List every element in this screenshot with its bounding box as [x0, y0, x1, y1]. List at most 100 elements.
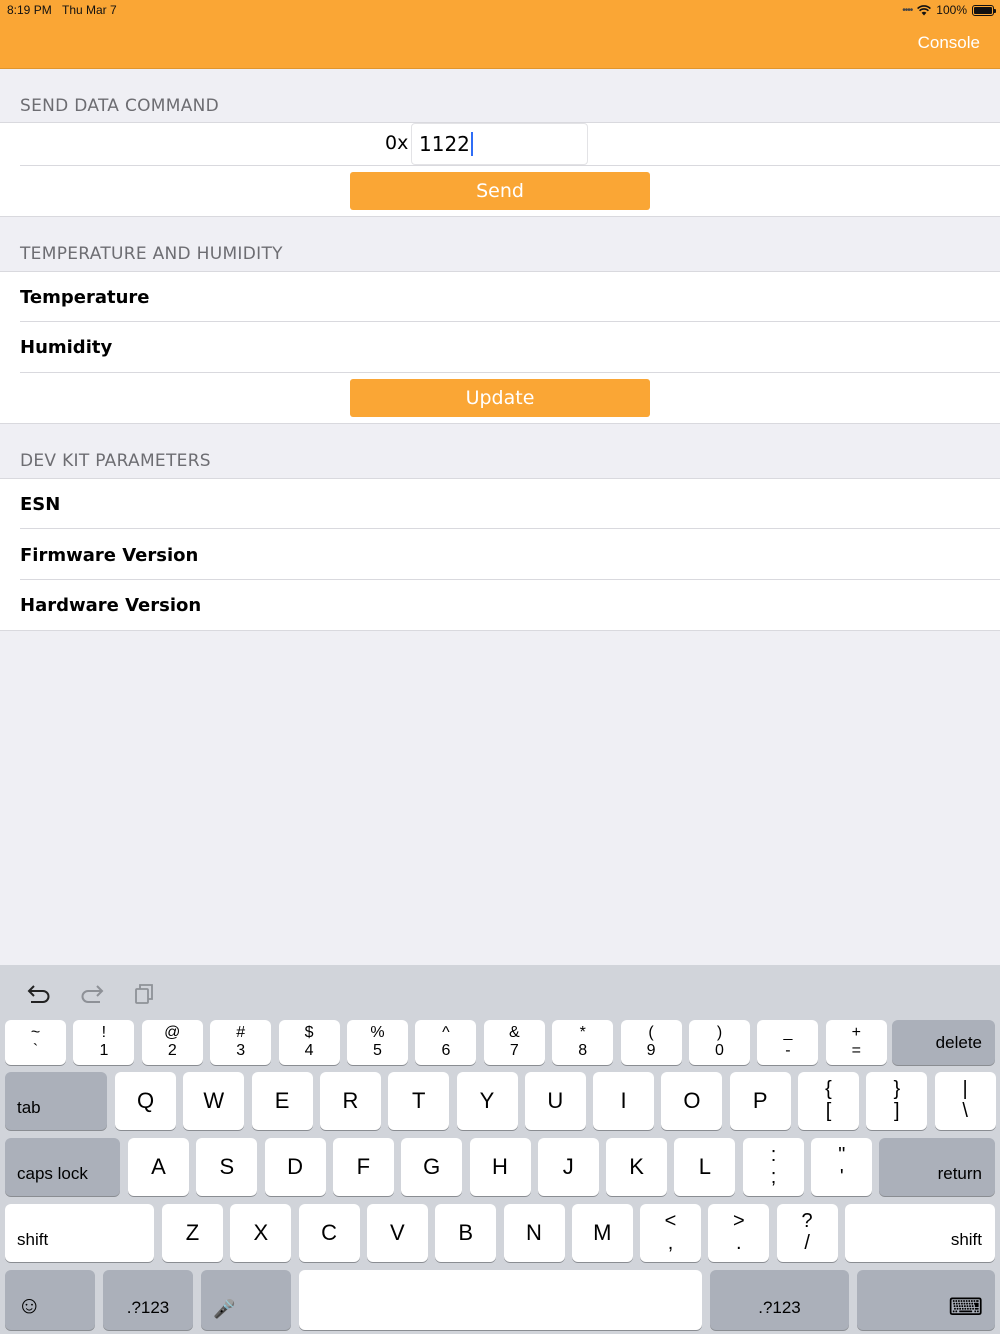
key-label: = [851, 1042, 861, 1059]
key-l[interactable]: L [674, 1138, 736, 1196]
key-3[interactable]: #3 [210, 1020, 272, 1065]
key-shift-label: + [851, 1024, 861, 1041]
numbers-key-right[interactable]: .?123 [710, 1270, 849, 1330]
key-`[interactable]: ~ ` [5, 1020, 66, 1065]
key-d[interactable]: D [264, 1138, 326, 1196]
key-label: 9 [646, 1042, 656, 1059]
key-label: return [937, 1164, 982, 1183]
key-m[interactable]: M [571, 1204, 633, 1262]
key-z[interactable]: Z [162, 1204, 223, 1262]
key-u[interactable]: U [524, 1072, 586, 1130]
key-i[interactable]: I [593, 1072, 655, 1130]
key-s[interactable]: S [196, 1138, 258, 1196]
return-key[interactable]: return [879, 1138, 995, 1196]
key-slash[interactable]: ? / [776, 1204, 838, 1262]
key-y[interactable]: Y [456, 1072, 518, 1130]
right-shift-key[interactable]: shift [845, 1204, 995, 1262]
key-label: delete [935, 1033, 982, 1052]
key-comma[interactable]: <, [640, 1204, 701, 1262]
key-a[interactable]: A [128, 1138, 189, 1196]
dismiss-keyboard-key[interactable]: ⌨ [857, 1270, 995, 1330]
key-8[interactable]: * 8 [552, 1020, 614, 1065]
devkit-group: ESN Firmware Version Hardware Version [0, 478, 1000, 631]
key-label: . [736, 1232, 742, 1254]
section-header-devkit: DEV KIT PARAMETERS [20, 451, 211, 471]
key-label: S [219, 1154, 235, 1179]
key-b[interactable]: B [435, 1204, 497, 1262]
key-0[interactable]: ) 0 [689, 1020, 750, 1065]
emoji-key[interactable]: ☺ [5, 1270, 95, 1330]
row-divider [20, 528, 1000, 529]
tab-key[interactable]: tab [5, 1072, 107, 1130]
key-5[interactable]: % 5 [347, 1020, 408, 1065]
paste-icon[interactable] [132, 983, 158, 1005]
delete-key[interactable]: delete [892, 1020, 995, 1065]
esn-label: ESN [20, 494, 61, 515]
battery-percent: 100% [936, 3, 967, 17]
key-t[interactable]: T [388, 1072, 450, 1130]
key-period[interactable]: >. [708, 1204, 770, 1262]
key-shift-label: @ [164, 1024, 181, 1041]
numbers-key-left[interactable]: .?123 [103, 1270, 193, 1330]
key-9[interactable]: (9 [620, 1020, 682, 1065]
key-label: [ [825, 1100, 832, 1122]
key-label: Z [185, 1220, 200, 1245]
key-p[interactable]: P [729, 1072, 791, 1130]
caps-lock-key[interactable]: caps lock [5, 1138, 120, 1196]
key-x[interactable]: X [230, 1204, 292, 1262]
key-n[interactable]: N [503, 1204, 565, 1262]
update-button[interactable]: Update [350, 379, 650, 417]
status-time: 8:19 PM [7, 3, 52, 17]
key-7[interactable]: & 7 [483, 1020, 545, 1065]
key-q[interactable]: Q [115, 1072, 176, 1130]
key-w[interactable]: W [183, 1072, 245, 1130]
key-label: ; [770, 1166, 777, 1188]
console-button[interactable]: Console [918, 33, 980, 53]
hex-command-input[interactable]: 1122 [411, 123, 588, 165]
key-c[interactable]: C [298, 1204, 360, 1262]
humidity-label: Humidity [20, 337, 113, 358]
key-o[interactable]: O [661, 1072, 723, 1130]
key-2[interactable]: @2 [141, 1020, 203, 1065]
key-semicolon[interactable]: :; [743, 1138, 804, 1196]
key-k[interactable]: K [606, 1138, 668, 1196]
key-label: caps lock [17, 1164, 88, 1183]
key-=[interactable]: + = [825, 1020, 887, 1065]
key-shift-label: < [664, 1210, 677, 1232]
key--[interactable]: _ - [757, 1020, 819, 1065]
redo-icon[interactable] [79, 983, 105, 1005]
key-label: F [356, 1154, 371, 1179]
key-label: / [804, 1232, 810, 1254]
key-shift-label: } [893, 1078, 901, 1100]
dictation-key[interactable]: 🎤 [201, 1270, 291, 1330]
key-r[interactable]: R [319, 1072, 381, 1130]
key-1[interactable]: ! 1 [73, 1020, 135, 1065]
microphone-icon: 🎤 [213, 1299, 236, 1319]
space-key[interactable] [299, 1270, 702, 1330]
key-label: ` [32, 1042, 39, 1059]
key-quote[interactable]: " ' [811, 1138, 873, 1196]
key-6[interactable]: ^ 6 [415, 1020, 477, 1065]
key-shift-label: ( [648, 1024, 654, 1041]
key-j[interactable]: J [537, 1138, 599, 1196]
key-e[interactable]: E [251, 1072, 313, 1130]
key-g[interactable]: G [401, 1138, 463, 1196]
hex-input-value: 1122 [419, 132, 470, 156]
key-shift-label: ! [101, 1024, 107, 1041]
key-v[interactable]: V [366, 1204, 428, 1262]
key-h[interactable]: H [469, 1138, 531, 1196]
wifi-icon [917, 4, 932, 15]
send-button[interactable]: Send [350, 172, 650, 210]
hex-prefix-label: 0x [385, 132, 409, 154]
status-date: Thu Mar 7 [62, 3, 117, 17]
key-left-bracket[interactable]: {[ [798, 1072, 859, 1130]
undo-icon[interactable] [26, 983, 52, 1005]
key-label: K [629, 1154, 644, 1179]
key-backslash[interactable]: | \ [934, 1072, 996, 1130]
left-shift-key[interactable]: shift [5, 1204, 154, 1262]
key-label: T [411, 1088, 426, 1113]
key-shift-label: > [732, 1210, 745, 1232]
key-4[interactable]: $4 [278, 1020, 340, 1065]
key-right-bracket[interactable]: }] [866, 1072, 928, 1130]
key-f[interactable]: F [332, 1138, 394, 1196]
